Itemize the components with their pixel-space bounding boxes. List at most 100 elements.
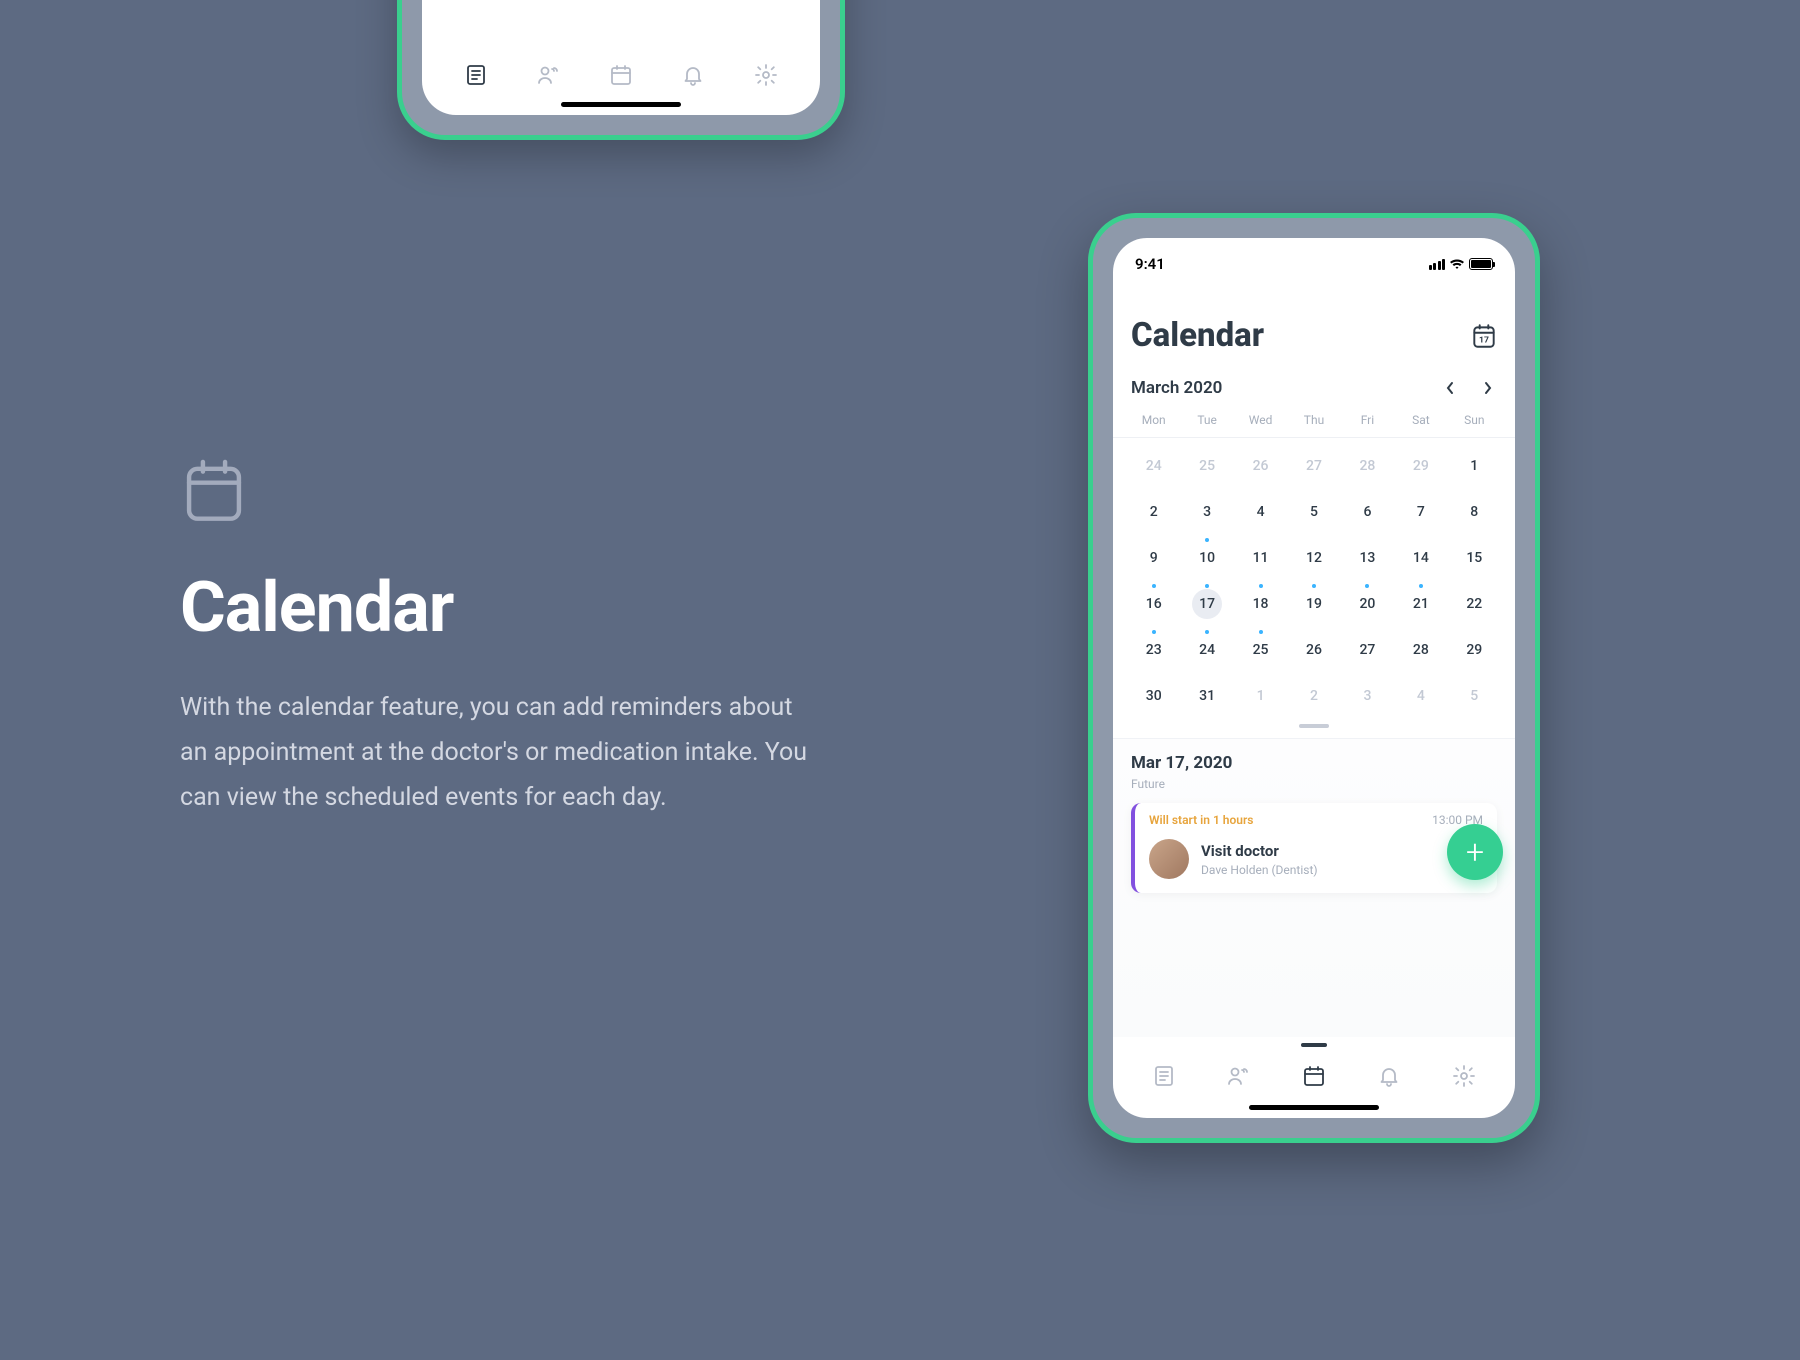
wifi-icon — [1449, 258, 1465, 270]
calendar-day[interactable]: 7 — [1394, 490, 1447, 534]
tab-notes[interactable] — [1146, 1058, 1182, 1094]
calendar-day[interactable]: 28 — [1394, 628, 1447, 672]
calendar-day[interactable]: 30 — [1127, 674, 1180, 718]
battery-icon — [1469, 258, 1493, 270]
feature-title: Calendar — [180, 567, 810, 649]
event-subtitle: Dave Holden (Dentist) — [1201, 863, 1318, 877]
day-number: 12 — [1306, 550, 1322, 566]
event-dot — [1205, 584, 1209, 588]
calendar-day[interactable]: 9 — [1127, 536, 1180, 580]
calendar-day[interactable]: 1 — [1448, 444, 1501, 488]
calendar-day[interactable]: 5 — [1448, 674, 1501, 718]
day-number: 22 — [1466, 596, 1482, 612]
calendar-day[interactable]: 25 — [1180, 444, 1233, 488]
calendar-day[interactable]: 29 — [1394, 444, 1447, 488]
calendar-day[interactable]: 3 — [1180, 490, 1233, 534]
calendar-day[interactable]: 4 — [1394, 674, 1447, 718]
calendar-day[interactable]: 16 — [1127, 582, 1180, 626]
tab-settings[interactable] — [1446, 1058, 1482, 1094]
calendar-day[interactable]: 3 — [1341, 674, 1394, 718]
day-number: 24 — [1199, 642, 1215, 658]
signal-icon — [1429, 259, 1446, 270]
calendar-day[interactable]: 12 — [1287, 536, 1340, 580]
tab-notes[interactable] — [458, 57, 494, 93]
day-number: 1 — [1257, 688, 1265, 704]
calendar-day[interactable]: 5 — [1287, 490, 1340, 534]
day-number: 4 — [1417, 688, 1425, 704]
calendar-day[interactable]: 10 — [1180, 536, 1233, 580]
calendar-day[interactable]: 28 — [1341, 444, 1394, 488]
tab-settings[interactable] — [748, 57, 784, 93]
calendar-day[interactable]: 18 — [1234, 582, 1287, 626]
calendar-day[interactable]: 13 — [1341, 536, 1394, 580]
weekday-label: Fri — [1341, 413, 1394, 427]
calendar-day[interactable]: 20 — [1341, 582, 1394, 626]
next-month-button[interactable] — [1479, 377, 1497, 399]
day-number: 8 — [1470, 504, 1478, 520]
day-number: 20 — [1359, 596, 1375, 612]
calendar-day[interactable]: 23 — [1127, 628, 1180, 672]
calendar-day[interactable]: 22 — [1448, 582, 1501, 626]
calendar-day[interactable]: 24 — [1127, 444, 1180, 488]
calendar-day[interactable]: 8 — [1448, 490, 1501, 534]
event-dot — [1205, 630, 1209, 634]
calendar-day[interactable]: 2 — [1287, 674, 1340, 718]
day-number: 10 — [1199, 550, 1215, 566]
calendar-day[interactable]: 24 — [1180, 628, 1233, 672]
day-number: 2 — [1310, 688, 1318, 704]
day-number: 21 — [1413, 596, 1429, 612]
calendar-day[interactable]: 15 — [1448, 536, 1501, 580]
weekday-label: Wed — [1234, 413, 1287, 427]
calendar-grid: 2425262728291234567891011121314151617181… — [1113, 438, 1515, 718]
day-number: 30 — [1146, 688, 1162, 704]
event-dot — [1152, 630, 1156, 634]
day-number: 17 — [1199, 596, 1215, 612]
day-number: 6 — [1363, 504, 1371, 520]
day-number: 16 — [1146, 596, 1162, 612]
calendar-day[interactable]: 19 — [1287, 582, 1340, 626]
tab-bell[interactable] — [1371, 1058, 1407, 1094]
day-number: 13 — [1359, 550, 1375, 566]
prev-month-button[interactable] — [1441, 377, 1459, 399]
day-number: 18 — [1253, 596, 1269, 612]
add-event-button[interactable]: + — [1447, 824, 1503, 880]
day-number: 24 — [1146, 458, 1162, 474]
day-number: 25 — [1253, 642, 1269, 658]
tab-bell[interactable] — [675, 57, 711, 93]
calendar-day[interactable]: 21 — [1394, 582, 1447, 626]
day-number: 14 — [1413, 550, 1429, 566]
phone-mockup-top — [397, 0, 845, 140]
calendar-day[interactable]: 27 — [1341, 628, 1394, 672]
day-number: 19 — [1306, 596, 1322, 612]
calendar-day[interactable]: 4 — [1234, 490, 1287, 534]
calendar-day[interactable]: 6 — [1341, 490, 1394, 534]
home-indicator — [561, 102, 681, 107]
calendar-day[interactable]: 27 — [1287, 444, 1340, 488]
calendar-day[interactable]: 1 — [1234, 674, 1287, 718]
calendar-day[interactable]: 31 — [1180, 674, 1233, 718]
tab-calendar[interactable] — [603, 57, 639, 93]
calendar-day[interactable]: 26 — [1234, 444, 1287, 488]
calendar-day[interactable]: 25 — [1234, 628, 1287, 672]
event-card[interactable]: Will start in 1 hours 13:00 PM Visit doc… — [1131, 803, 1497, 893]
day-number: 11 — [1253, 550, 1269, 566]
tab-calendar[interactable] — [1296, 1058, 1332, 1094]
day-number: 26 — [1253, 458, 1269, 474]
page-title: Calendar — [1131, 316, 1264, 355]
calendar-day[interactable]: 26 — [1287, 628, 1340, 672]
calendar-day[interactable]: 11 — [1234, 536, 1287, 580]
calendar-day[interactable]: 29 — [1448, 628, 1501, 672]
calendar-day[interactable]: 17 — [1180, 582, 1233, 626]
tab-people[interactable] — [1221, 1058, 1257, 1094]
avatar — [1149, 839, 1189, 879]
status-bar: 9:41 — [1113, 244, 1515, 284]
calendar-badge-icon[interactable]: 17 — [1471, 322, 1497, 350]
day-number: 5 — [1470, 688, 1478, 704]
tab-people[interactable] — [531, 57, 567, 93]
day-number: 15 — [1466, 550, 1482, 566]
day-number: 31 — [1199, 688, 1215, 704]
sheet-drag-handle[interactable] — [1299, 724, 1329, 728]
calendar-day[interactable]: 2 — [1127, 490, 1180, 534]
calendar-day[interactable]: 14 — [1394, 536, 1447, 580]
phone-mockup-main: 9:41 Calendar 17 March 2020 — [1088, 213, 1540, 1143]
